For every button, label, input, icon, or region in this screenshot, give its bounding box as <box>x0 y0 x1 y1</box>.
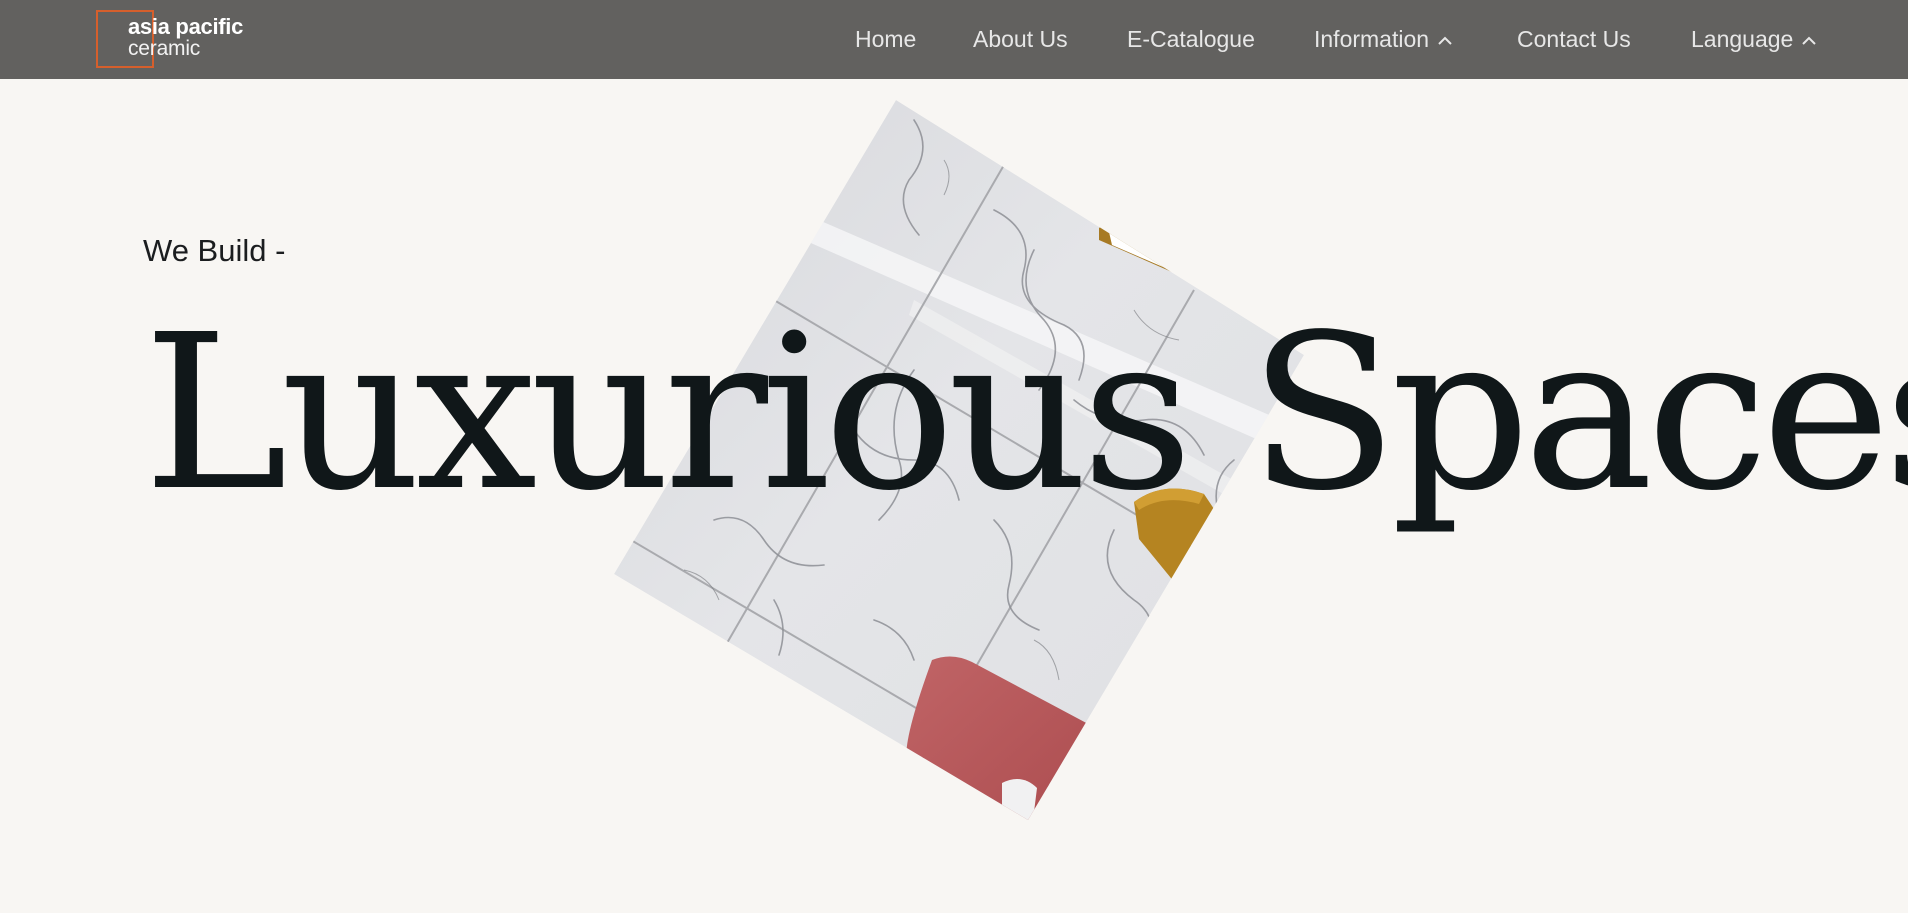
hero-section: We Build - Luxurious Spaces <box>0 79 1908 913</box>
nav-information-label: Information <box>1314 26 1430 52</box>
nav-home[interactable]: Home <box>855 24 916 54</box>
nav-e-catalogue[interactable]: E-Catalogue <box>1127 24 1255 54</box>
nav-language[interactable]: Language <box>1691 24 1817 56</box>
hero-headline: Luxurious Spaces <box>143 289 1908 538</box>
chevron-up-icon <box>1801 23 1817 53</box>
nav-language-label: Language <box>1691 26 1794 52</box>
main-nav: Home About Us E-Catalogue Information Co… <box>0 0 1908 79</box>
nav-contact-us[interactable]: Contact Us <box>1517 24 1631 54</box>
site-header: asia pacific ceramic Home About Us E-Cat… <box>0 0 1908 79</box>
chevron-up-icon <box>1437 23 1453 53</box>
nav-about-us[interactable]: About Us <box>973 24 1068 54</box>
nav-information[interactable]: Information <box>1314 24 1453 56</box>
hero-eyebrow: We Build - <box>143 233 286 268</box>
